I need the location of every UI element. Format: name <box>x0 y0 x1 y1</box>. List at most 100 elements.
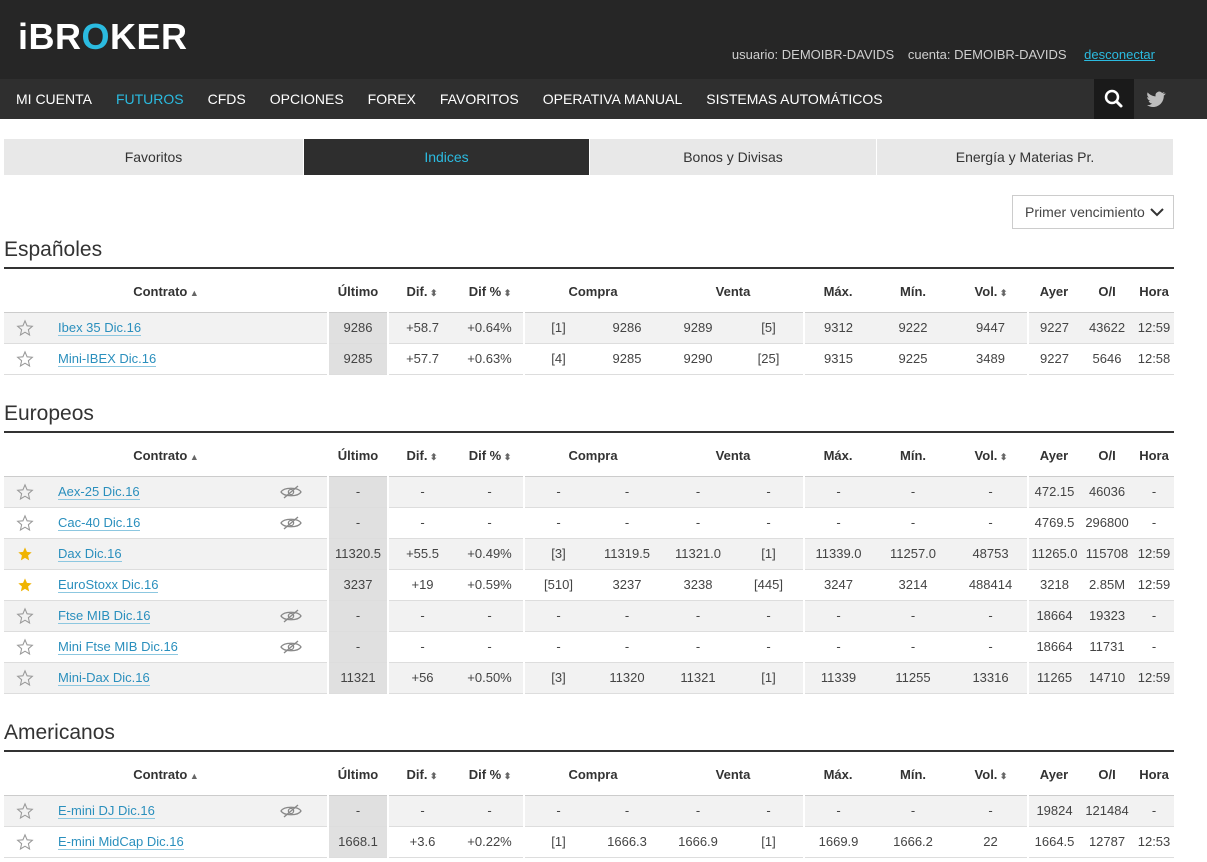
nav-item-favoritos[interactable]: FAVORITOS <box>428 79 531 119</box>
star-outline-icon[interactable] <box>4 662 46 694</box>
contract-link[interactable]: Mini-IBEX Dic.16 <box>58 351 157 367</box>
table-row[interactable]: E-mini DJ Dic.16- - - - - - - - - -19824 121484- <box>4 795 1174 827</box>
nav-item-cfds[interactable]: CFDS <box>196 79 258 119</box>
sort-icon[interactable]: ⬍ <box>997 288 1008 298</box>
contract-cell: Aex-25 Dic.16 <box>46 476 254 508</box>
col-header-vol[interactable]: Vol. ⬍ <box>954 755 1029 796</box>
star-outline-icon[interactable] <box>4 507 46 539</box>
star-outline-icon[interactable] <box>4 826 46 858</box>
sort-icon[interactable]: ⬍ <box>427 452 438 462</box>
sort-icon[interactable]: ⬍ <box>501 771 512 781</box>
nav-item-opciones[interactable]: OPCIONES <box>258 79 356 119</box>
col-header-dif[interactable]: Dif. ⬍ <box>388 755 457 796</box>
bid-qty-cell: - <box>524 631 593 663</box>
contract-link[interactable]: E-mini MidCap Dic.16 <box>58 834 184 850</box>
open-interest-cell: 121484 <box>1080 795 1135 827</box>
low-cell: - <box>872 476 955 508</box>
col-header-dif[interactable]: Dif. ⬍ <box>388 436 457 477</box>
table-row[interactable]: Ibex 35 Dic.16 9286 +58.7 +0.64% [1] 9286 9289… <box>4 312 1174 344</box>
change-pct-cell: +0.22% <box>456 826 526 858</box>
table-row[interactable]: Cac-40 Dic.16- - - - - - - - - -4769.5 296800- <box>4 507 1174 539</box>
contract-link[interactable]: E-mini DJ Dic.16 <box>58 803 155 819</box>
sort-icon[interactable]: ⬍ <box>427 288 438 298</box>
star-outline-icon[interactable] <box>4 476 46 508</box>
eye-slash-icon[interactable] <box>254 795 330 827</box>
star-outline-icon[interactable] <box>4 600 46 632</box>
col-header-label: Ayer <box>1039 448 1069 464</box>
tab-energ-a-y-materias-pr-[interactable]: Energía y Materias Pr. <box>877 139 1174 175</box>
col-header-vol[interactable]: Vol. ⬍ <box>954 436 1029 477</box>
table-row[interactable]: Dax Dic.16 11320.5 +55.5 +0.49% [3] 11319.5 11… <box>4 538 1174 570</box>
twitter-button[interactable] <box>1136 79 1176 119</box>
logout-link[interactable]: desconectar <box>1084 47 1155 62</box>
ibroker-logo[interactable]: iBROKER <box>18 16 188 58</box>
col-header-label: Venta <box>715 448 751 464</box>
col-header-difpct[interactable]: Dif % ⬍ <box>456 436 525 477</box>
nav-item-mi-cuenta[interactable]: MI CUENTA <box>4 79 104 119</box>
nav-item-operativa-manual[interactable]: OPERATIVA MANUAL <box>531 79 695 119</box>
section-title: Europeos <box>4 402 94 425</box>
table-row[interactable]: Aex-25 Dic.16- - - - - - - - - -472.15 46036- <box>4 476 1174 508</box>
nav-item-sistemas-autom-ticos[interactable]: SISTEMAS AUTOMÁTICOS <box>694 79 894 119</box>
tab-indices[interactable]: Indices <box>304 139 590 175</box>
time-cell: - <box>1134 507 1174 539</box>
time-cell: 12:53 <box>1134 826 1174 858</box>
contract-link[interactable]: Dax Dic.16 <box>58 546 122 562</box>
col-header-label: O/I <box>1098 767 1116 783</box>
search-button[interactable] <box>1094 79 1134 119</box>
section-divider <box>4 750 1174 752</box>
sort-asc-icon[interactable]: ▲ <box>187 288 199 298</box>
star-outline-icon[interactable] <box>4 631 46 663</box>
star-filled-icon[interactable] <box>4 538 46 570</box>
eye-slash-icon[interactable] <box>254 631 330 663</box>
quotes-table: Contrato ▲ Último Dif. ⬍ Dif % ⬍ Compra Venta… <box>4 755 1174 858</box>
eye-slash-icon[interactable] <box>254 476 330 508</box>
eye-slash-icon[interactable] <box>254 600 330 632</box>
table-row[interactable]: Mini-Dax Dic.16 11321 +56 +0.50% [3] 11320 113… <box>4 662 1174 694</box>
time-cell: - <box>1134 600 1174 632</box>
contract-link[interactable]: EuroStoxx Dic.16 <box>58 577 159 593</box>
tab-favoritos[interactable]: Favoritos <box>4 139 304 175</box>
contract-link[interactable]: Aex-25 Dic.16 <box>58 484 140 500</box>
col-header-contract[interactable]: Contrato ▲ <box>4 755 329 796</box>
tab-bonos-y-divisas[interactable]: Bonos y Divisas <box>590 139 877 175</box>
col-header-contract[interactable]: Contrato ▲ <box>4 436 329 477</box>
col-header-vol[interactable]: Vol. ⬍ <box>954 272 1029 313</box>
contract-link[interactable]: Ftse MIB Dic.16 <box>58 608 151 624</box>
col-header-label: Vol. <box>974 767 998 783</box>
table-row[interactable]: EuroStoxx Dic.16 3237 +19 +0.59% [510] 3237 32… <box>4 569 1174 601</box>
table-row[interactable]: Mini Ftse MIB Dic.16- - - - - - - - - -18664 11731… <box>4 631 1174 663</box>
contract-link[interactable]: Ibex 35 Dic.16 <box>58 320 142 336</box>
star-outline-icon[interactable] <box>4 795 46 827</box>
ask-qty-cell: [445] <box>734 569 806 601</box>
table-row[interactable]: Mini-IBEX Dic.16 9285 +57.7 +0.63% [4] 9285 92… <box>4 343 1174 375</box>
sort-icon[interactable]: ⬍ <box>501 452 512 462</box>
star-outline-icon[interactable] <box>4 312 46 344</box>
nav-item-forex[interactable]: FOREX <box>356 79 428 119</box>
contract-link[interactable]: Mini Ftse MIB Dic.16 <box>58 639 178 655</box>
table-row[interactable]: Ftse MIB Dic.16- - - - - - - - - -18664 19323- <box>4 600 1174 632</box>
col-header-difpct[interactable]: Dif % ⬍ <box>456 272 525 313</box>
sort-icon[interactable]: ⬍ <box>427 771 438 781</box>
expiry-select[interactable]: Primer vencimiento <box>1012 195 1174 229</box>
sort-asc-icon[interactable]: ▲ <box>187 452 199 462</box>
sort-icon[interactable]: ⬍ <box>501 288 512 298</box>
col-header-contract[interactable]: Contrato ▲ <box>4 272 329 313</box>
bid-qty-cell: [1] <box>524 826 593 858</box>
eye-slash-icon[interactable] <box>254 507 330 539</box>
col-header-label: Dif % <box>468 448 502 464</box>
col-header-difpct[interactable]: Dif % ⬍ <box>456 755 525 796</box>
change-pct-cell: +0.64% <box>456 312 526 344</box>
contract-link[interactable]: Cac-40 Dic.16 <box>58 515 141 531</box>
sort-asc-icon[interactable]: ▲ <box>187 771 199 781</box>
star-filled-icon[interactable] <box>4 569 46 601</box>
col-header-max: Máx. <box>804 755 873 796</box>
sort-icon[interactable]: ⬍ <box>997 771 1008 781</box>
col-header-dif[interactable]: Dif. ⬍ <box>388 272 457 313</box>
sort-icon[interactable]: ⬍ <box>997 452 1008 462</box>
contract-link[interactable]: Mini-Dax Dic.16 <box>58 670 150 686</box>
star-outline-icon[interactable] <box>4 343 46 375</box>
nav-item-futuros[interactable]: FUTUROS <box>104 79 196 119</box>
contract-cell: EuroStoxx Dic.16 <box>46 569 254 601</box>
table-row[interactable]: E-mini MidCap Dic.16 1668.1 +3.6 +0.22% [1] 1… <box>4 826 1174 858</box>
